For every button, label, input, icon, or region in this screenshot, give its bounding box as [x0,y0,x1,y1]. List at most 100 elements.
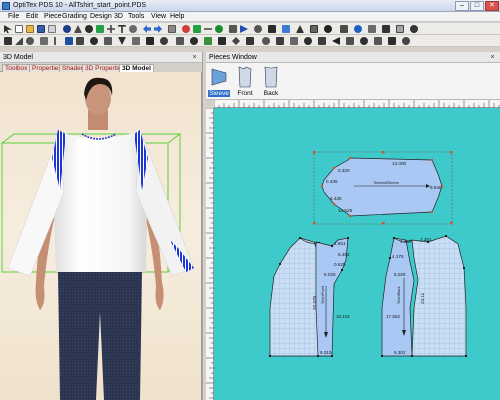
tool-arrow-down-icon[interactable] [118,37,126,45]
front-piece[interactable]: Tshirt/Front 1.651 5.452 0.625 5.025 20.… [268,236,351,358]
tool-ruler-icon[interactable] [282,25,290,33]
minimize-button[interactable]: – [455,1,469,11]
tool-layout-icon[interactable] [368,25,376,33]
tool-bar-icon[interactable] [346,37,354,45]
tool-buttonhole-icon[interactable] [160,37,168,45]
tool-rect-icon[interactable] [318,37,326,45]
tab-3d-model[interactable]: 3D Model [119,64,154,72]
tool-seamline-icon[interactable] [190,37,198,45]
tool-point-icon[interactable] [85,25,93,33]
tab-toolbox[interactable]: Toolbox [2,64,31,72]
select-arrow-icon[interactable] [4,25,12,33]
menu-file[interactable]: File [8,13,19,20]
close-window-button[interactable]: ✕ [485,1,499,11]
add-point-icon[interactable] [107,25,115,33]
text-tool-icon[interactable] [118,25,126,33]
thumb-front-label: Front [237,90,253,97]
main-toolbar [0,23,500,35]
menu-tools[interactable]: Tools [128,13,144,20]
front-seam-label-2: 5.452 [338,252,350,257]
open-folder-icon[interactable] [26,25,34,33]
front-seam-label-3: 0.625 [334,262,346,267]
tool-slope-icon[interactable] [15,37,23,45]
undo-icon[interactable] [143,25,151,33]
tool-fold-icon[interactable] [104,37,112,45]
tool-check-icon[interactable] [402,37,410,45]
pieces-pane-title-bar: Pieces Window × [206,52,500,63]
tool-label-icon[interactable] [246,37,254,45]
redo-icon[interactable] [154,25,162,33]
sleeve-seam-label-2: 9.548 [430,185,442,190]
tool-grid-icon[interactable] [382,25,390,33]
tool-play-icon[interactable] [240,25,248,33]
tool-block-icon[interactable] [229,25,237,33]
sleeve-piece-name: Trimshirt/Sleeve [373,181,399,185]
back-seam-label-3: 4.175 [392,254,404,259]
pieces-pane-title: Pieces Window [209,54,257,61]
tool-left-icon[interactable] [332,37,340,45]
tool-piece-icon[interactable] [4,37,12,45]
thumb-sleeve[interactable]: Sleeve [208,65,230,99]
tool-circle-icon[interactable] [129,25,137,33]
print-icon[interactable] [48,25,56,33]
tool-dot-icon[interactable] [324,25,332,33]
3d-viewport[interactable] [0,72,202,400]
help-icon[interactable] [410,25,418,33]
tool-sew-icon[interactable] [193,25,201,33]
back-piece[interactable]: Tshirt/Back 4.250 2.251 4.175 5.025 23.1… [380,234,468,358]
tool-split-icon[interactable] [54,37,56,45]
pattern-canvas[interactable]: Trimshirt/Sleeve 13.000 9.548 0.320 0.43… [214,108,500,400]
tool-stretch-icon[interactable] [146,37,154,45]
piece-tool-icon[interactable] [63,25,71,33]
model-tab-strip: Toolbox Properties Shader 3D Properties … [0,63,154,72]
tool-nest-icon[interactable] [388,37,396,45]
menu-edit[interactable]: Edit [26,13,38,20]
tool-dart-icon[interactable] [296,25,304,33]
tool-internal-icon[interactable] [215,25,223,33]
menu-design[interactable]: Design [90,13,112,20]
thumb-back[interactable]: Back [260,65,282,99]
maximize-button[interactable]: □ [470,1,484,11]
tool-offset-icon[interactable] [290,37,298,45]
tool-3d-icon[interactable] [354,25,362,33]
tool-box-icon[interactable] [310,25,318,33]
tool-node-icon[interactable] [304,37,312,45]
tool-pleat-icon[interactable] [90,37,98,45]
tool-drill-icon[interactable] [262,37,270,45]
front-seam-label-1: 1.651 [334,241,346,246]
tool-mirror-icon[interactable] [40,37,48,45]
new-file-icon[interactable] [15,25,23,33]
thumb-front[interactable]: Front [234,65,256,99]
tool-annotate-icon[interactable] [276,37,284,45]
pieces-thumbnail-bar: Sleeve Front Back [206,63,500,100]
tool-zoom-icon[interactable] [340,25,348,33]
menu-grading[interactable]: Grading [62,13,87,20]
tool-curve-icon[interactable] [26,37,34,45]
tool-seam-icon[interactable] [65,37,73,45]
tool-spot-icon[interactable] [360,37,368,45]
tool-rotate-icon[interactable] [254,25,262,33]
tool-stitch-icon[interactable] [204,37,212,45]
tool-triangle-icon[interactable] [74,25,82,33]
tool-notch-icon[interactable] [182,25,190,33]
model-pane-close-icon[interactable]: × [190,53,199,62]
tool-corner-icon[interactable] [218,37,226,45]
tool-fill-icon[interactable] [268,25,276,33]
menu-piece[interactable]: Piece [44,13,62,20]
tool-grade-icon[interactable] [96,25,104,33]
menu-3d[interactable]: 3D [114,13,123,20]
save-disk-icon[interactable] [37,25,45,33]
menu-help[interactable]: Help [170,13,184,20]
tool-flip-icon[interactable] [374,37,382,45]
sleeve-piece[interactable]: Trimshirt/Sleeve 13.000 9.548 0.320 0.43… [313,151,453,225]
pieces-pane-close-icon[interactable]: × [488,53,497,62]
tool-align-icon[interactable] [132,37,140,45]
tool-measure-icon[interactable] [168,25,176,33]
tool-shrink-icon[interactable] [176,37,184,45]
back-seam-label-6: 17.552 [386,314,400,319]
tool-cut-icon[interactable] [76,37,84,45]
menu-view[interactable]: View [151,13,166,20]
tool-window-icon[interactable] [396,25,404,33]
tool-line-icon[interactable] [204,28,212,30]
tool-diamond-icon[interactable] [232,37,240,45]
